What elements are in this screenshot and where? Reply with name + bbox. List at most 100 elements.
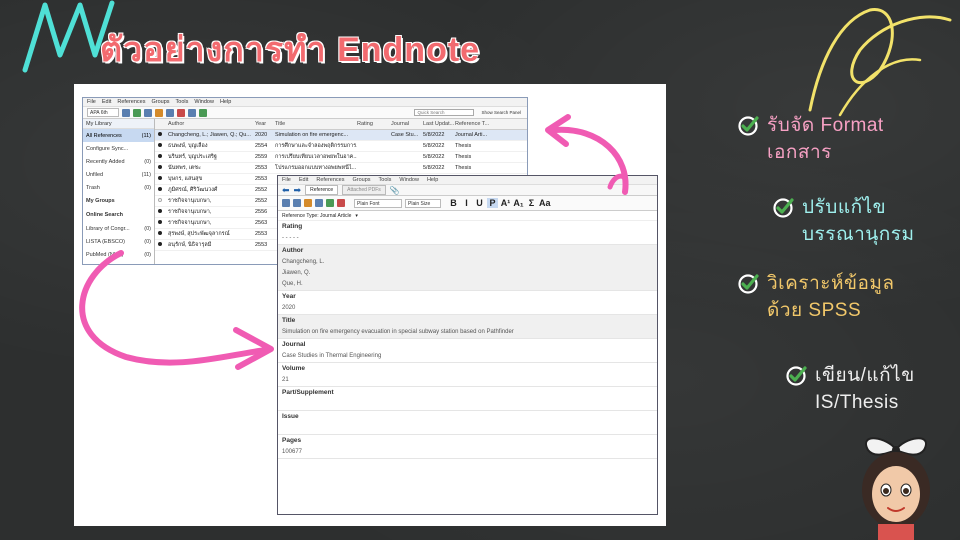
menu-item-references[interactable]: References <box>316 177 344 183</box>
service-text: เขียน/แก้ไข IS/Thesis <box>815 362 915 416</box>
edit-icon[interactable] <box>293 199 301 207</box>
import-icon[interactable] <box>122 108 130 117</box>
cell-type: Thesis <box>455 165 472 171</box>
menu-item-tools[interactable]: Tools <box>176 99 189 105</box>
field-value[interactable]: Que, H. <box>278 279 657 290</box>
back-arrow-icon[interactable]: ⬅ <box>282 185 290 195</box>
field-value[interactable]: Jiawen, Q. <box>278 268 657 279</box>
format-button[interactable]: P <box>487 198 498 208</box>
show-search-panel-link[interactable]: Show Search Panel <box>481 110 521 115</box>
column-header[interactable]: Journal <box>391 121 423 127</box>
menu-item-groups[interactable]: Groups <box>152 99 170 105</box>
menu-item-window[interactable]: Window <box>194 99 214 105</box>
reference-type-select[interactable]: Reference Type: Journal Article <box>282 213 351 219</box>
field-value[interactable] <box>278 399 657 410</box>
cell-author: ราชกิจจานุเบกษา, <box>168 220 212 226</box>
sidebar-item[interactable]: Configure Sync... <box>83 142 154 155</box>
menu-item-window[interactable]: Window <box>399 177 419 183</box>
cell-journal: Case Stu... <box>391 132 419 138</box>
field-value[interactable]: Changcheng, L. <box>278 257 657 268</box>
online-search-icon[interactable] <box>144 108 152 117</box>
column-header[interactable]: Author <box>165 121 255 127</box>
sidebar-item-label: Recently Added <box>86 158 125 165</box>
chevron-down-icon[interactable]: ▾ <box>355 213 358 219</box>
format-button[interactable]: A¹ <box>500 198 511 208</box>
menu-item-edit[interactable]: Edit <box>102 99 111 105</box>
service-item: วิเคราะห์ข้อมูล ด้วย SPSS <box>737 270 895 324</box>
export-icon[interactable] <box>199 108 207 117</box>
field-block: Title Simulation on fire emergency evacua… <box>278 315 657 339</box>
font-select[interactable]: Plain Font <box>354 198 402 208</box>
field-value[interactable]: - - - - - <box>278 233 657 244</box>
sidebar-item[interactable]: Recently Added (0) <box>83 155 154 168</box>
menu-item-references[interactable]: References <box>117 99 145 105</box>
online-search-label[interactable]: Online Search <box>83 208 154 222</box>
read-dot-icon <box>158 231 162 235</box>
my-groups-label[interactable]: My Groups <box>83 194 154 208</box>
column-header[interactable]: Last Updat... <box>423 121 455 127</box>
read-status-cell <box>155 132 165 138</box>
cell-type: Journal Arti... <box>455 132 488 138</box>
sync-icon[interactable] <box>133 108 141 117</box>
tab-reference[interactable]: Reference <box>305 185 339 195</box>
cell-author: ราชกิจจานุเบกษา, <box>168 209 212 215</box>
open-icon[interactable] <box>282 199 290 207</box>
menu-item-help[interactable]: Help <box>220 99 231 105</box>
library-toolbar: APA 6th Quick Search Show Search Panel <box>83 107 527 119</box>
globe-icon[interactable] <box>337 199 345 207</box>
field-label: Rating <box>282 223 303 230</box>
table-row[interactable]: นันทพร, เตชะ 2553 โปรแกรมออกแบบทางอพยพหนีไ… <box>155 163 527 174</box>
menu-item-file[interactable]: File <box>282 177 291 183</box>
sidebar-item[interactable]: Unfiled (11) <box>83 168 154 181</box>
format-button[interactable]: B <box>448 198 459 208</box>
sidebar-item[interactable]: All References (11) <box>83 129 154 142</box>
field-value[interactable]: 2020 <box>278 303 657 314</box>
new-reference-icon[interactable] <box>188 108 196 117</box>
table-row[interactable]: นรินทร์, บุญประเสริฐ 2559 การเปรียบเทียบเว… <box>155 152 527 163</box>
read-status-cell <box>155 143 165 149</box>
table-row[interactable]: Changcheng, L.; Jiawen, Q.; Qu... 2020 Sim… <box>155 130 527 141</box>
field-value[interactable]: 21 <box>278 375 657 386</box>
menu-item-groups[interactable]: Groups <box>353 177 371 183</box>
cell-author: นันทพร, เตชะ <box>168 165 201 171</box>
table-row[interactable]: ธนพงษ์, บุญเลื่อง 2554 การศึกษาและจำลองพฤต… <box>155 141 527 152</box>
field-label: Issue <box>282 413 299 420</box>
online-search-item-count: (0) <box>144 225 151 232</box>
save-icon[interactable] <box>315 199 323 207</box>
cell-year: 2553 <box>255 165 268 171</box>
size-select[interactable]: Plain Size <box>405 198 441 208</box>
column-header[interactable]: Reference T... <box>455 121 495 127</box>
sidebar-item[interactable]: Trash (0) <box>83 181 154 194</box>
cell-type: Thesis <box>455 143 472 149</box>
link-icon[interactable] <box>326 199 334 207</box>
field-value[interactable]: 100677 <box>278 447 657 458</box>
cite-icon[interactable] <box>177 108 185 117</box>
quick-search-input[interactable]: Quick Search <box>414 109 475 116</box>
menu-item-edit[interactable]: Edit <box>299 177 308 183</box>
sidebar-item-label: Unfiled <box>86 171 104 178</box>
cell-year: 2556 <box>255 209 268 215</box>
column-header[interactable]: Title <box>275 121 357 127</box>
column-header[interactable]: Rating <box>357 121 391 127</box>
read-status-cell <box>155 187 165 193</box>
field-value[interactable]: Case Studies in Thermal Engineering <box>278 351 657 362</box>
forward-arrow-icon[interactable]: ➡ <box>294 185 302 195</box>
share-icon[interactable] <box>166 108 174 117</box>
online-search-item[interactable]: Library of Congr... (0) <box>83 222 154 235</box>
format-button[interactable]: A₁ <box>513 198 524 208</box>
format-button[interactable]: I <box>461 198 472 208</box>
column-header[interactable]: Year <box>255 121 275 127</box>
attachment-icon[interactable]: 📎 <box>390 186 400 195</box>
field-label: Volume <box>282 365 305 372</box>
format-button[interactable]: U <box>474 198 485 208</box>
find-pdf-icon[interactable] <box>155 108 163 117</box>
field-value[interactable]: Simulation on fire emergency evacuation … <box>278 327 657 338</box>
field-value[interactable] <box>278 423 657 434</box>
menu-item-tools[interactable]: Tools <box>379 177 392 183</box>
style-select[interactable]: APA 6th <box>87 108 119 117</box>
tab-attached-pdfs[interactable]: Attached PDFs <box>342 185 386 195</box>
read-dot-icon <box>158 154 162 158</box>
pdf-icon[interactable] <box>304 199 312 207</box>
menu-item-file[interactable]: File <box>87 99 96 105</box>
menu-item-help[interactable]: Help <box>427 177 438 183</box>
